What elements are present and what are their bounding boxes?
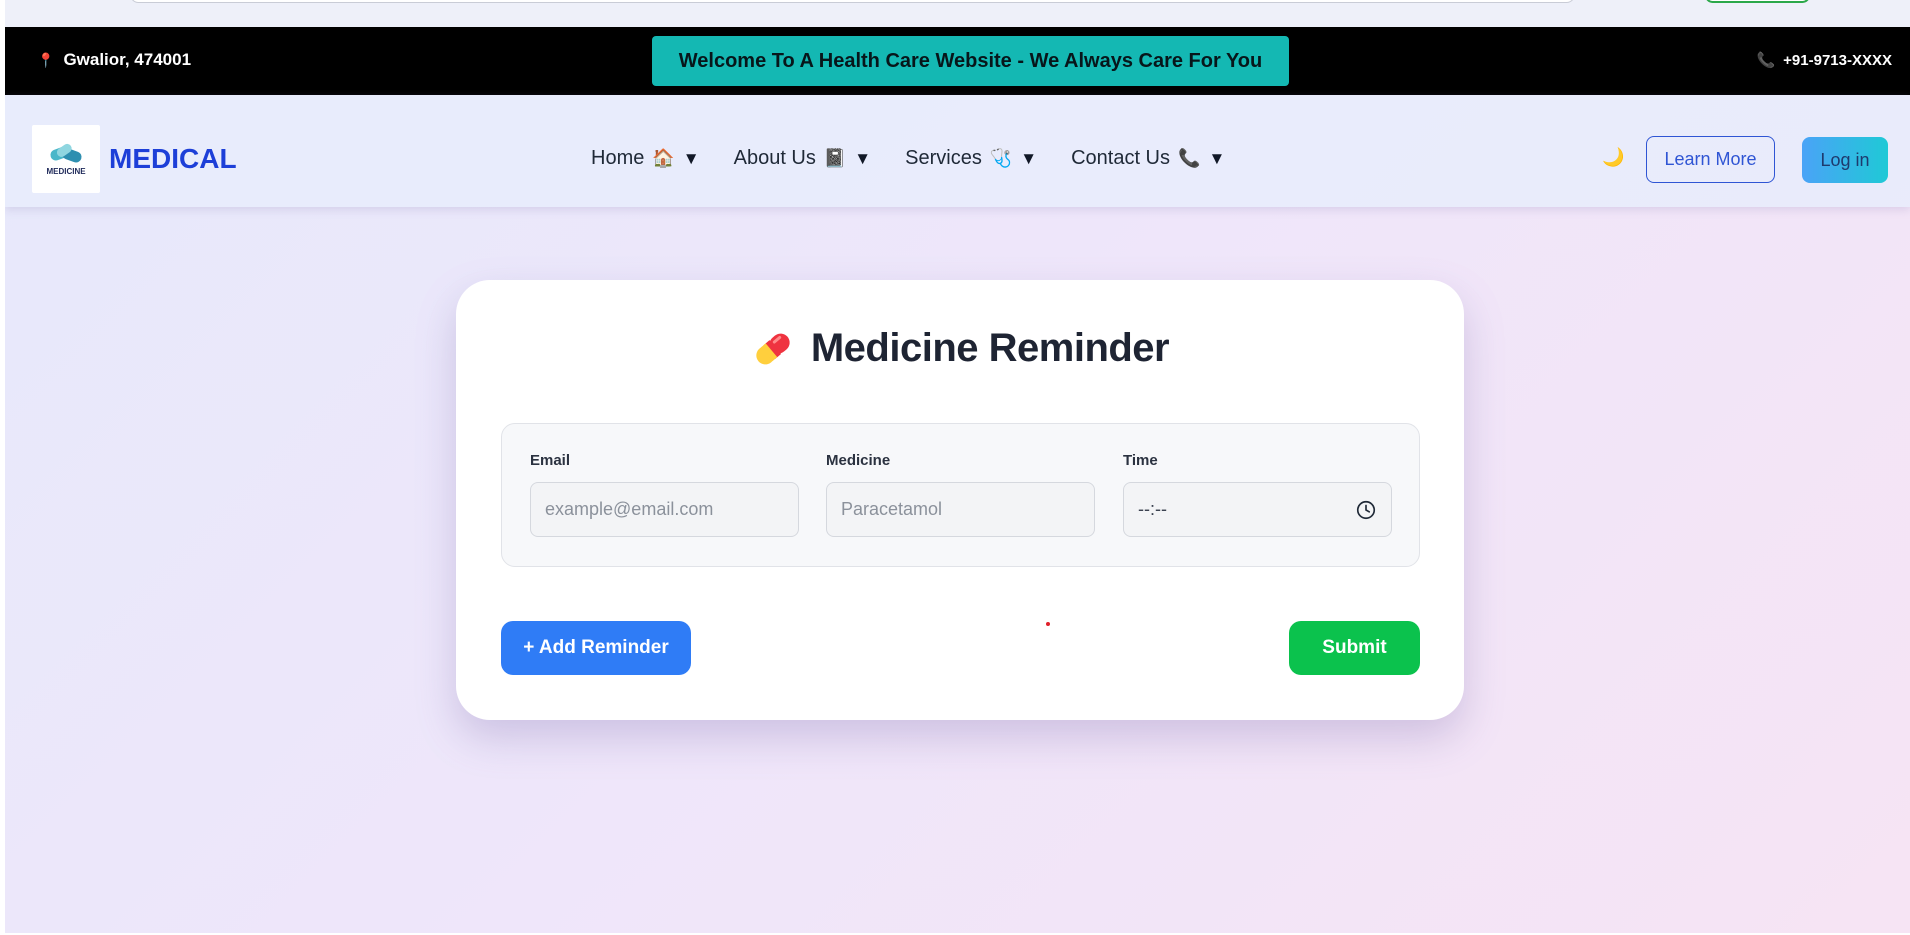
- address-bar[interactable]: [130, 0, 1575, 3]
- medicine-label: Medicine: [826, 452, 891, 469]
- nav-item-home[interactable]: Home 🏠 ▼: [591, 147, 700, 170]
- nav-item-services[interactable]: Services 🩺 ▼: [905, 147, 1037, 170]
- time-value: --:--: [1138, 499, 1167, 519]
- nav-item-label: Contact Us: [1071, 147, 1171, 169]
- nav-item-label: Services: [905, 147, 982, 169]
- brand-name[interactable]: MEDICAL: [109, 143, 237, 175]
- location: 📍 Gwalior, 474001: [37, 50, 191, 70]
- browser-action-button[interactable]: [1705, 0, 1810, 3]
- notebook-icon: 📓: [823, 148, 847, 168]
- submit-button[interactable]: Submit: [1289, 621, 1420, 675]
- browser-chrome-strip: [5, 0, 1910, 27]
- email-field[interactable]: example@email.com: [530, 482, 799, 537]
- email-field-group: Email example@email.com: [530, 452, 799, 537]
- phone-text: +91-9713-XXXX: [1783, 51, 1892, 69]
- nav-item-label: About Us: [733, 147, 816, 169]
- location-text: Gwalior, 474001: [63, 50, 192, 69]
- card-title: Medicine Reminder: [810, 326, 1170, 370]
- medicine-reminder-card: Medicine Reminder Email example@email.co…: [456, 280, 1464, 720]
- time-label: Time: [1123, 452, 1158, 469]
- nav-item-label: Home: [591, 147, 645, 169]
- main-navbar: MEDICINE MEDICAL Home 🏠 ▼ About Us 📓 ▼ S…: [5, 95, 1910, 207]
- top-info-bar: 📍 Gwalior, 474001 Welcome To A Health Ca…: [5, 27, 1910, 95]
- cursor-dot: [1046, 622, 1050, 626]
- caret-down-icon: ▼: [682, 148, 700, 168]
- map-pin-icon: 📍: [37, 51, 55, 68]
- house-icon: 🏠: [652, 148, 675, 168]
- nav-item-about-us[interactable]: About Us 📓 ▼: [734, 147, 872, 170]
- time-field[interactable]: --:--: [1123, 482, 1392, 537]
- caret-down-icon: ▼: [1208, 148, 1226, 168]
- clock-icon[interactable]: [1355, 499, 1377, 521]
- moon-icon[interactable]: 🌙: [1602, 147, 1624, 168]
- stethoscope-icon: 🩺: [989, 148, 1013, 168]
- page: 📍 Gwalior, 474001 Welcome To A Health Ca…: [5, 0, 1910, 933]
- phone-icon: 📞: [1756, 52, 1776, 69]
- pill-logo-icon: [50, 143, 82, 163]
- caret-down-icon: ▼: [1020, 148, 1038, 168]
- logo-text: MEDICINE: [46, 167, 86, 176]
- email-label: Email: [530, 452, 571, 469]
- caret-down-icon: ▼: [854, 148, 872, 168]
- add-reminder-button[interactable]: + Add Reminder: [501, 621, 691, 675]
- medicine-field[interactable]: Paracetamol: [826, 482, 1095, 537]
- pill-icon: [756, 333, 790, 364]
- time-field-group: Time --:--: [1123, 452, 1392, 537]
- login-button[interactable]: Log in: [1802, 137, 1888, 183]
- phone-contact[interactable]: 📞 +91-9713-XXXX: [1756, 51, 1892, 70]
- welcome-banner: Welcome To A Health Care Website - We Al…: [652, 36, 1289, 86]
- reminder-form-row: Email example@email.com Medicine Paracet…: [501, 423, 1420, 567]
- nav-item-contact-us[interactable]: Contact Us 📞 ▼: [1071, 147, 1225, 170]
- learn-more-button[interactable]: Learn More: [1646, 136, 1775, 183]
- phone-icon: 📞: [1178, 148, 1201, 168]
- logo[interactable]: MEDICINE: [32, 125, 100, 193]
- card-header: Medicine Reminder: [456, 326, 1464, 371]
- medicine-field-group: Medicine Paracetamol: [826, 452, 1095, 537]
- nav-menu: Home 🏠 ▼ About Us 📓 ▼ Services 🩺 ▼ Conta…: [591, 147, 1225, 170]
